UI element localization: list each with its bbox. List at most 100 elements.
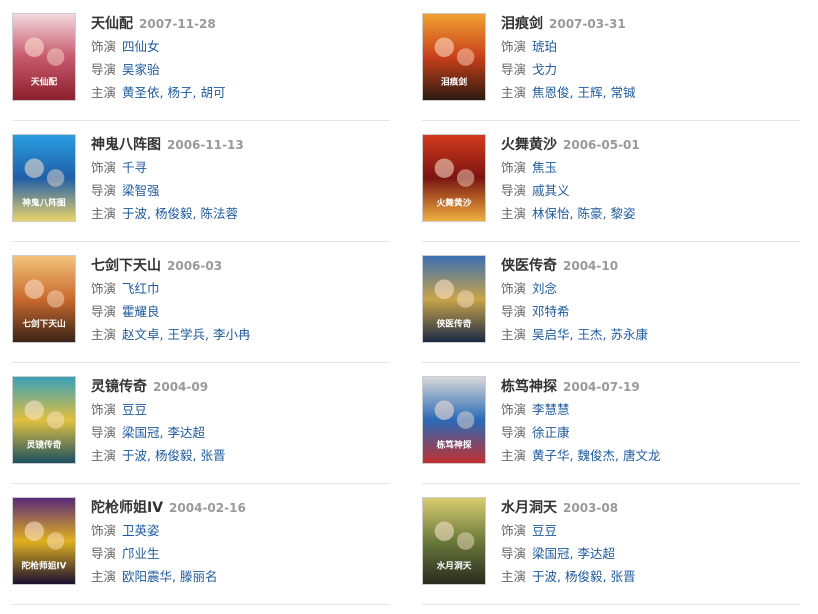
role-link[interactable]: 千寻	[122, 160, 147, 175]
director-row: 导演 邝业生	[91, 542, 390, 565]
person-link[interactable]: 黎姿	[610, 206, 635, 221]
person-link[interactable]: 霍耀良	[122, 304, 160, 319]
drama-title-link[interactable]: 水月洞天	[501, 500, 557, 516]
title-line: 神鬼八阵图 2006-11-13	[91, 134, 390, 156]
person-link[interactable]: 唐文龙	[623, 448, 661, 463]
person-link[interactable]: 胡可	[200, 85, 225, 100]
poster-image[interactable]: 栋笃神探	[422, 376, 486, 464]
poster-image[interactable]: 泪痕剑	[422, 13, 486, 101]
drama-card: 泪痕剑 泪痕剑 2007-03-31 饰演 琥珀 导演 戈力 主演 焦恩俊, 王辉, 常铖	[422, 0, 800, 121]
drama-title-link[interactable]: 泪痕剑	[501, 16, 543, 32]
director-label: 导演	[91, 62, 117, 77]
person-link[interactable]: 杨俊毅	[565, 569, 603, 584]
person-link[interactable]: 邝业生	[122, 546, 160, 561]
poster-image[interactable]: 火舞黄沙	[422, 134, 486, 222]
person-link[interactable]: 戚其义	[532, 183, 570, 198]
poster-image[interactable]: 天仙配	[12, 13, 76, 101]
person-link[interactable]: 徐正康	[532, 425, 570, 440]
person-link[interactable]: 于波	[122, 206, 147, 221]
person-link[interactable]: 戈力	[532, 62, 557, 77]
person-link[interactable]: 陈豪	[577, 206, 602, 221]
person-link[interactable]: 王杰	[577, 327, 602, 342]
person-link[interactable]: 杨子	[167, 85, 192, 100]
person-link[interactable]: 魏俊杰	[577, 448, 615, 463]
poster-title-text: 神鬼八阵图	[22, 196, 66, 208]
person-link[interactable]: 黄圣依	[122, 85, 160, 100]
role-row: 饰演 刘念	[501, 277, 800, 300]
role-link[interactable]: 琥珀	[532, 39, 557, 54]
drama-card: 火舞黄沙 火舞黄沙 2006-05-01 饰演 焦玉 导演 戚其义 主演 林保怡, 陈豪, 黎姿	[422, 121, 800, 242]
person-link[interactable]: 李达超	[167, 425, 205, 440]
person-link[interactable]: 欧阳震华	[122, 569, 172, 584]
role-link[interactable]: 刘念	[532, 281, 557, 296]
person-link[interactable]: 梁国冠	[532, 546, 570, 561]
title-line: 天仙配 2007-11-28	[91, 13, 390, 35]
person-link[interactable]: 梁智强	[122, 183, 160, 198]
role-link[interactable]: 四仙女	[122, 39, 160, 54]
person-link[interactable]: 焦恩俊	[532, 85, 570, 100]
drama-title-link[interactable]: 侠医传奇	[501, 258, 557, 274]
poster-image[interactable]: 神鬼八阵图	[12, 134, 76, 222]
starring-label: 主演	[501, 448, 527, 463]
director-label: 导演	[501, 183, 527, 198]
drama-info: 陀枪师姐IV 2004-02-16 饰演 卫英姿 导演 邝业生 主演 欧阳震华, 滕丽名	[91, 497, 390, 588]
person-link[interactable]: 张晋	[610, 569, 635, 584]
drama-title-link[interactable]: 七剑下天山	[91, 258, 161, 274]
person-link[interactable]: 滕丽名	[180, 569, 218, 584]
person-link[interactable]: 王辉	[577, 85, 602, 100]
poster-image[interactable]: 七剑下天山	[12, 255, 76, 343]
poster-art: 陀枪师姐IV	[13, 498, 75, 584]
drama-title-link[interactable]: 陀枪师姐IV	[91, 500, 163, 516]
poster-title-text: 七剑下天山	[22, 317, 66, 329]
drama-card: 侠医传奇 侠医传奇 2004-10 饰演 刘念 导演 邓特希 主演 吴启华, 王杰, 苏永康	[422, 242, 800, 363]
poster-image[interactable]: 灵镜传奇	[12, 376, 76, 464]
drama-title-link[interactable]: 神鬼八阵图	[91, 137, 161, 153]
drama-card: 七剑下天山 七剑下天山 2006-03 饰演 飞红巾 导演 霍耀良 主演 赵文卓, 王学兵, 李…	[12, 242, 390, 363]
role-link[interactable]: 焦玉	[532, 160, 557, 175]
director-row: 导演 梁国冠, 李达超	[91, 421, 390, 444]
drama-title-link[interactable]: 灵镜传奇	[91, 379, 147, 395]
drama-title-link[interactable]: 天仙配	[91, 16, 133, 32]
person-link[interactable]: 梁国冠	[122, 425, 160, 440]
release-date: 2006-03	[167, 259, 223, 273]
title-line: 水月洞天 2003-08	[501, 497, 800, 519]
person-link[interactable]: 杨俊毅	[155, 206, 193, 221]
role-label: 饰演	[91, 160, 117, 175]
person-link[interactable]: 于波	[122, 448, 147, 463]
role-row: 饰演 豆豆	[91, 398, 390, 421]
drama-card: 天仙配 天仙配 2007-11-28 饰演 四仙女 导演 吴家骀 主演 黄圣依, 杨子, 胡可	[12, 0, 390, 121]
drama-title-link[interactable]: 火舞黄沙	[501, 137, 557, 153]
director-label: 导演	[91, 304, 117, 319]
person-link[interactable]: 王学兵	[167, 327, 205, 342]
person-link[interactable]: 邓特希	[532, 304, 570, 319]
person-link[interactable]: 黄子华	[532, 448, 570, 463]
person-link[interactable]: 林保怡	[532, 206, 570, 221]
role-link[interactable]: 豆豆	[532, 523, 557, 538]
poster-image[interactable]: 水月洞天	[422, 497, 486, 585]
role-link[interactable]: 卫英姿	[122, 523, 160, 538]
person-link[interactable]: 杨俊毅	[155, 448, 193, 463]
person-link[interactable]: 张晋	[200, 448, 225, 463]
role-link[interactable]: 李慧慧	[532, 402, 570, 417]
person-link[interactable]: 吴家骀	[122, 62, 160, 77]
poster-image[interactable]: 侠医传奇	[422, 255, 486, 343]
director-label: 导演	[501, 425, 527, 440]
person-link[interactable]: 李小冉	[213, 327, 251, 342]
director-label: 导演	[501, 546, 527, 561]
separator: ,	[147, 448, 155, 463]
person-link[interactable]: 常铖	[610, 85, 635, 100]
role-link[interactable]: 飞红巾	[122, 281, 160, 296]
title-line: 栋笃神探 2004-07-19	[501, 376, 800, 398]
person-link[interactable]: 苏永康	[610, 327, 648, 342]
person-link[interactable]: 于波	[532, 569, 557, 584]
person-link[interactable]: 陈法蓉	[200, 206, 238, 221]
drama-title-link[interactable]: 栋笃神探	[501, 379, 557, 395]
role-link[interactable]: 豆豆	[122, 402, 147, 417]
person-link[interactable]: 吴启华	[532, 327, 570, 342]
person-link[interactable]: 李达超	[577, 546, 615, 561]
poster-image[interactable]: 陀枪师姐IV	[12, 497, 76, 585]
poster-art: 神鬼八阵图	[13, 135, 75, 221]
person-link[interactable]: 赵文卓	[122, 327, 160, 342]
starring-label: 主演	[501, 206, 527, 221]
director-label: 导演	[91, 546, 117, 561]
